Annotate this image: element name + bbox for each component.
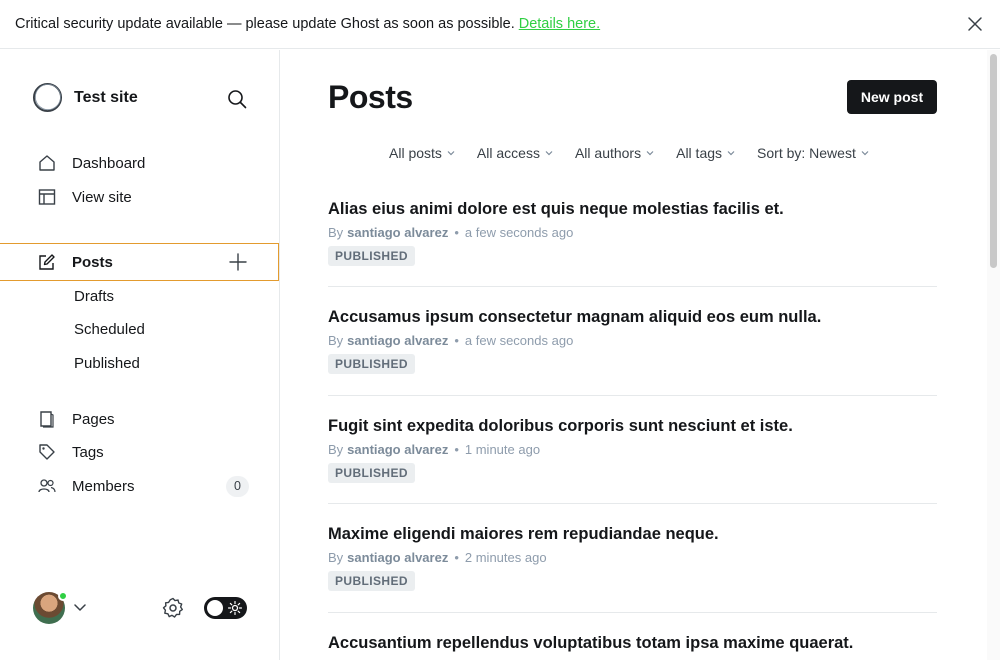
post-list-item[interactable]: Fugit sint expedita doloribus corporis s… <box>328 417 937 483</box>
home-icon <box>39 155 55 171</box>
chevron-down-icon[interactable] <box>74 601 86 613</box>
nav-members[interactable]: Members 0 <box>0 469 279 503</box>
filter-all-authors[interactable]: All authors <box>575 145 654 161</box>
nav-published[interactable]: Published <box>74 355 140 372</box>
site-title: Test site <box>74 88 138 106</box>
meta-separator: • <box>454 333 459 348</box>
nav-posts[interactable]: Posts <box>0 243 279 281</box>
post-list-item[interactable]: Accusantium repellendus voluptatibus tot… <box>328 634 937 653</box>
post-title: Accusamus ipsum consectetur magnam aliqu… <box>328 308 822 326</box>
members-count-badge: 0 <box>226 475 249 497</box>
chevron-down-icon <box>545 151 553 156</box>
sun-icon <box>228 601 242 615</box>
toggle-knob <box>207 600 223 616</box>
post-title: Maxime eligendi maiores rem repudiandae … <box>328 525 719 543</box>
filter-label: All posts <box>389 145 442 161</box>
status-badge: PUBLISHED <box>328 246 415 266</box>
gear-icon[interactable] <box>162 597 184 619</box>
status-badge: PUBLISHED <box>328 463 415 483</box>
post-time: 1 minute ago <box>464 442 541 457</box>
meta-separator: • <box>454 225 459 240</box>
post-by: By <box>328 333 344 348</box>
divider <box>328 612 937 613</box>
nav-members-label: Members <box>72 477 135 495</box>
filter-all-access[interactable]: All access <box>477 145 553 161</box>
post-title: Fugit sint expedita doloribus corporis s… <box>328 417 793 435</box>
filter-sort[interactable]: Sort by: Newest <box>757 145 869 161</box>
members-icon <box>38 479 56 493</box>
chevron-down-icon <box>861 151 869 156</box>
status-badge: PUBLISHED <box>328 571 415 591</box>
filter-label: All access <box>476 145 540 161</box>
banner-text: Critical security update available — ple… <box>15 16 515 32</box>
post-meta: By santiago alvarez • 1 minute ago <box>328 442 937 457</box>
online-status-dot <box>58 591 68 601</box>
page-icon <box>40 411 54 428</box>
post-title: Accusantium repellendus voluptatibus tot… <box>328 634 854 652</box>
meta-separator: • <box>454 550 459 565</box>
banner-details-link[interactable]: Details here. <box>519 16 600 32</box>
post-author: santiago alvarez <box>347 442 449 457</box>
post-title: Alias eius animi dolore est quis neque m… <box>328 200 784 218</box>
filter-all-tags[interactable]: All tags <box>676 145 735 161</box>
post-time: 2 minutes ago <box>464 550 547 565</box>
post-meta: By santiago alvarez • a few seconds ago <box>328 333 937 348</box>
nav-tags[interactable]: Tags <box>0 435 279 469</box>
site-logo-icon <box>32 82 63 113</box>
post-author: santiago alvarez <box>347 225 449 240</box>
post-by: By <box>328 225 344 240</box>
divider <box>328 395 937 396</box>
sidebar: Test site Dashboard View site Posts Draf… <box>0 50 280 660</box>
chevron-down-icon <box>447 151 455 156</box>
post-author: santiago alvarez <box>347 550 449 565</box>
nav-scheduled[interactable]: Scheduled <box>74 321 145 338</box>
nav-view-site-label: View site <box>72 188 132 206</box>
filter-label: All authors <box>574 145 642 161</box>
meta-separator: • <box>454 442 459 457</box>
scrollbar-thumb[interactable] <box>990 54 997 268</box>
nav-pages-label: Pages <box>72 410 115 428</box>
filter-label: All tags <box>676 145 723 161</box>
divider <box>328 503 937 504</box>
post-meta: By santiago alvarez • 2 minutes ago <box>328 550 937 565</box>
layout-icon <box>38 189 56 205</box>
post-list-item[interactable]: Alias eius animi dolore est quis neque m… <box>328 200 937 266</box>
nav-dashboard-label: Dashboard <box>72 154 146 172</box>
post-meta: By santiago alvarez • a few seconds ago <box>328 225 937 240</box>
post-by: By <box>328 442 344 457</box>
nav-dashboard[interactable]: Dashboard <box>0 146 279 180</box>
plus-icon[interactable] <box>228 252 248 272</box>
post-time: a few seconds ago <box>464 333 574 348</box>
chevron-down-icon <box>727 151 735 156</box>
post-filters: All posts All access All authors All tag… <box>389 145 891 161</box>
divider <box>328 286 937 287</box>
theme-toggle[interactable] <box>204 597 247 619</box>
status-badge: PUBLISHED <box>328 354 415 374</box>
sidebar-footer <box>0 588 279 628</box>
post-author: santiago alvarez <box>347 333 449 348</box>
close-icon[interactable] <box>967 16 983 32</box>
nav-drafts[interactable]: Drafts <box>74 288 114 305</box>
post-list-item[interactable]: Maxime eligendi maiores rem repudiandae … <box>328 525 937 591</box>
nav-pages[interactable]: Pages <box>0 402 279 436</box>
nav-view-site[interactable]: View site <box>0 180 279 214</box>
edit-icon <box>39 254 55 270</box>
nav-posts-label: Posts <box>72 253 113 271</box>
post-by: By <box>328 550 344 565</box>
site-header[interactable]: Test site <box>32 82 138 113</box>
chevron-down-icon <box>646 151 654 156</box>
new-post-button[interactable]: New post <box>847 80 937 114</box>
post-list-item[interactable]: Accusamus ipsum consectetur magnam aliqu… <box>328 308 937 374</box>
security-banner: Critical security update available — ple… <box>0 0 1000 49</box>
filter-all-posts[interactable]: All posts <box>389 145 455 161</box>
tag-icon <box>39 444 55 460</box>
post-time: a few seconds ago <box>464 225 574 240</box>
filter-label: Sort by: Newest <box>757 145 856 161</box>
scrollbar[interactable] <box>987 50 1000 660</box>
page-title: Posts <box>328 79 413 115</box>
search-icon[interactable] <box>226 88 248 110</box>
nav-tags-label: Tags <box>72 443 104 461</box>
